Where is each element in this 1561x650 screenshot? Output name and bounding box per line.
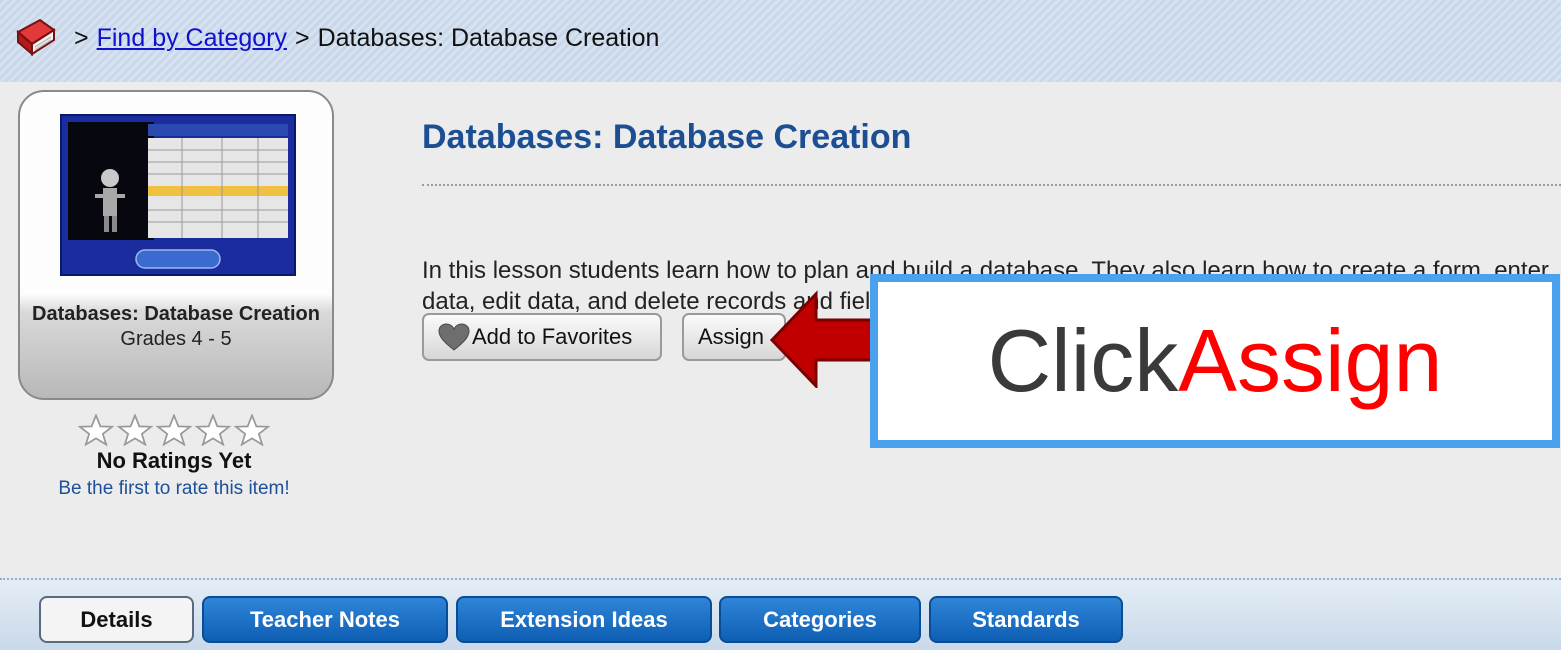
star-icon[interactable] <box>233 414 271 446</box>
instruction-callout: Click Assign <box>870 274 1560 448</box>
breadcrumb-current: Databases: Database Creation <box>317 23 660 52</box>
add-to-favorites-label: Add to Favorites <box>472 324 633 349</box>
lesson-thumbnail-card[interactable]: Databases: Database Creation Grades 4 - … <box>18 90 334 400</box>
thumbnail-caption: Databases: Database Creation Grades 4 - … <box>20 302 332 352</box>
callout-word-click: Click <box>987 311 1179 410</box>
breadcrumb-separator: > <box>74 23 89 52</box>
left-arrow-icon <box>770 290 880 388</box>
tab-standards[interactable]: Standards <box>929 596 1123 643</box>
breadcrumb: > Find by Category > Databases: Database… <box>12 18 659 58</box>
tab-extension-ideas[interactable]: Extension Ideas <box>456 596 712 643</box>
breadcrumb-separator: > <box>294 23 310 52</box>
breadcrumb-link-find-by-category[interactable]: Find by Category <box>97 24 287 53</box>
book-icon[interactable] <box>12 18 58 58</box>
title-divider <box>422 184 1561 186</box>
assign-button-label: Assign <box>698 324 765 349</box>
heart-icon <box>438 323 470 351</box>
add-to-favorites-button[interactable]: Add to Favorites <box>422 313 662 361</box>
callout-word-assign: Assign <box>1178 311 1443 410</box>
tab-categories[interactable]: Categories <box>719 596 921 643</box>
star-icon[interactable] <box>155 414 193 446</box>
tab-teacher-notes[interactable]: Teacher Notes <box>202 596 448 643</box>
star-icon[interactable] <box>77 414 115 446</box>
no-ratings-label: No Ratings Yet <box>96 448 252 473</box>
rating-block: No Ratings Yet Be the first to rate this… <box>0 414 348 500</box>
tab-details[interactable]: Details <box>39 596 194 643</box>
lesson-title: Databases: Database Creation <box>422 118 912 156</box>
star-rating[interactable] <box>0 414 348 446</box>
thumbnail-title: Databases: Database Creation <box>32 303 320 325</box>
star-icon[interactable] <box>116 414 154 446</box>
first-rate-link[interactable]: Be the first to rate this item! <box>0 478 348 500</box>
thumbnail-grades: Grades 4 - 5 <box>120 328 232 350</box>
lesson-thumbnail-image[interactable] <box>60 114 296 276</box>
star-icon[interactable] <box>194 414 232 446</box>
